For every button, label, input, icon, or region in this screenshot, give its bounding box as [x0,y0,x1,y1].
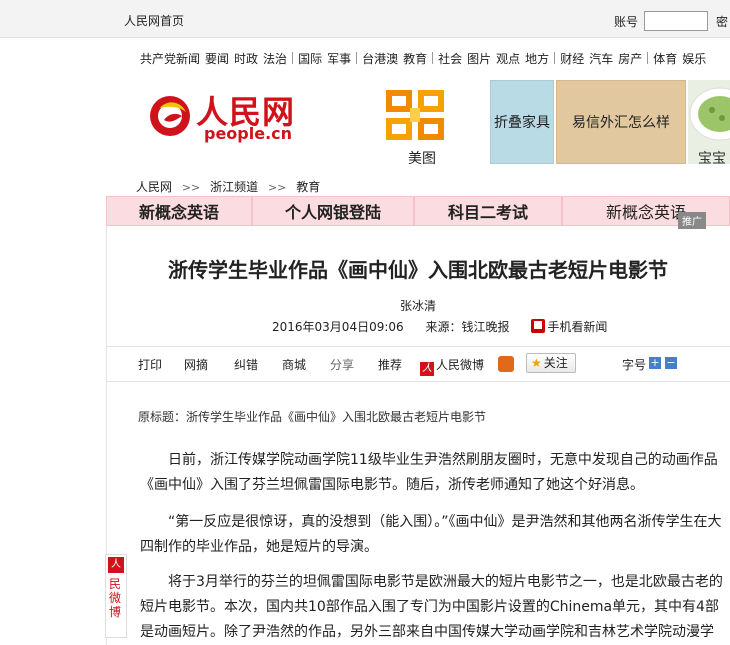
article-source[interactable]: 来源：钱江晚报 [426,320,510,334]
nav-item[interactable]: 观点 [496,52,520,66]
mobile-news-link[interactable]: 手机看新闻 [531,319,608,334]
article-meta: 2016年03月04日09:06 来源：钱江晚报 手机看新闻 [272,318,607,335]
nav-item[interactable]: 台港澳 [362,52,398,66]
nav-divider [292,52,294,64]
ad-forex[interactable]: 易信外汇怎么样 [556,80,686,164]
nav-item[interactable]: 共产党新闻 [140,52,200,66]
main-nav: 共产党新闻 要闻 时政 法治 国际 军事 台港澳 教育 社会 图片 观点 地方 财经 汽车 房产 体… [140,50,711,67]
promo-link[interactable]: 个人网银登陆 [252,196,414,226]
nav-item[interactable]: 社会 [438,52,462,66]
account-input[interactable] [644,11,708,31]
nav-divider [432,52,434,64]
font-size-label: 字号 [622,358,647,372]
promo-link-label: 新概念英语 [138,203,219,222]
font-increase-button[interactable]: + [649,357,661,369]
article-toolbar: 打印 网摘 纠错 商城 分享 推荐 人人民微博 ★ 关注 字号 + − [106,346,730,382]
star-icon: ★ [531,356,542,370]
account-label: 账号 [614,15,639,29]
weibo-share-button[interactable]: 人人民微博 [420,356,484,376]
nav-item[interactable]: 汽车 [589,52,613,66]
nav-item[interactable]: 军事 [327,52,351,66]
nav-item[interactable]: 时政 [234,52,258,66]
promo-link[interactable]: 新概念英语 [106,196,252,226]
follow-label: 关注 [543,356,568,370]
floating-weibo-button[interactable]: 人 民微博 [105,554,127,638]
ad-baby-label[interactable]: 宝宝 [698,148,726,168]
mobile-icon [531,319,546,333]
top-bar: 人民网首页 账号 密 [0,0,730,38]
report-error-button[interactable]: 纠错 [234,356,258,373]
weibo-label: 人民微博 [436,358,485,372]
ad-label: 折叠家具 [494,115,550,131]
share-label: 分享 [330,358,355,372]
nav-item[interactable]: 财经 [560,52,584,66]
article-paragraph: 将于3月举行的芬兰的坦佩雷国际电影节是欧洲最大的短片电影节之一，也是北欧最古老的… [140,574,723,640]
ad-label: 易信外汇怎么样 [572,115,670,131]
home-link[interactable]: 人民网首页 [124,12,184,29]
font-decrease-button[interactable]: − [665,357,677,369]
recommend-button[interactable]: 推荐 [378,356,402,373]
nav-item[interactable]: 法治 [263,52,287,66]
promo-link[interactable]: 科目二考试 [414,196,562,226]
article-paragraph: “第一反应是很惊讶，真的没想到（能入围）。”《画中仙》是尹浩然和其他两名浙传学生… [140,514,722,555]
nav-divider [554,52,556,64]
article-title: 浙传学生毕业作品《画中仙》入围北欧最古老短片电影节 [168,258,668,282]
nav-item[interactable]: 要闻 [205,52,229,66]
weibo-icon: 人 [108,557,124,573]
original-title: 原标题：浙传学生毕业作品《画中仙》入围北欧最古老短片电影节 [138,410,487,424]
nav-divider [356,52,358,64]
nav-item[interactable]: 地方 [525,52,549,66]
floating-weibo-label: 民微博 [109,577,122,619]
article-author: 张冰清 [399,299,436,313]
mall-button[interactable]: 商城 [282,356,306,373]
bookmark-button[interactable]: 网摘 [184,356,208,373]
breadcrumb-sep: >> [181,181,201,194]
breadcrumb-item[interactable]: 教育 [296,180,320,194]
nav-item[interactable]: 图片 [467,52,491,66]
nav-item[interactable]: 房产 [618,52,642,66]
rss-icon[interactable] [498,356,514,372]
nav-item[interactable]: 国际 [298,52,322,66]
article-paragraph: 日前，浙江传媒学院动画学院11级毕业生尹浩然刷朋友圈时，无意中发现自己的动画作品… [140,452,718,493]
breadcrumb: 人民网 >> 浙江频道 >> 教育 [136,178,320,195]
meitu-icon[interactable] [380,86,456,148]
breadcrumb-item[interactable]: 人民网 [136,180,172,194]
ad-folding-furniture[interactable]: 折叠家具 [490,80,554,164]
article-datetime: 2016年03月04日09:06 [272,320,404,334]
promo-link-label: 个人网银登陆 [284,203,381,222]
nav-divider [647,52,649,64]
people-logo-icon[interactable] [146,90,196,140]
meitu-label[interactable]: 美图 [408,148,436,168]
nav-item[interactable]: 教育 [403,52,427,66]
promo-link-label: 新概念英语 [605,203,686,222]
promo-link-label: 科目二考试 [447,203,528,222]
follow-button[interactable]: ★ 关注 [526,353,576,373]
password-label: 密 [716,15,729,29]
nav-item[interactable]: 娱乐 [682,52,706,66]
promo-link-bar: 新概念英语 个人网银登陆 科目二考试 新概念英语 推广 [106,196,730,229]
mobile-news-label: 手机看新闻 [547,320,608,334]
logo-text-en[interactable]: people.cn [204,124,292,143]
nav-item[interactable]: 体育 [653,52,677,66]
breadcrumb-item[interactable]: 浙江频道 [210,180,258,194]
print-button[interactable]: 打印 [138,356,162,373]
breadcrumb-sep: >> [267,181,287,194]
weibo-icon: 人 [420,362,434,376]
